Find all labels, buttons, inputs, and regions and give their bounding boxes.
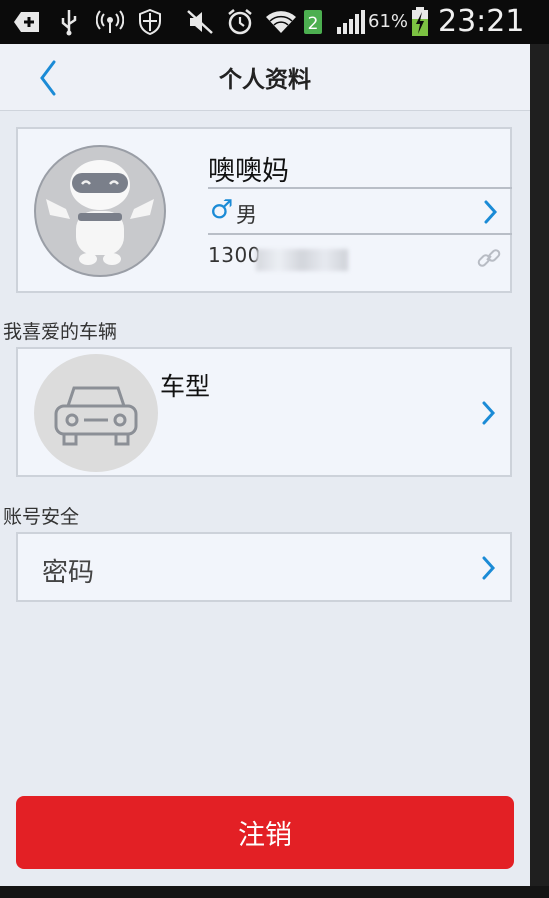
nav-bar: 个人资料 (0, 44, 530, 111)
usb-icon (58, 8, 80, 36)
vehicle-card[interactable]: 车型 (16, 347, 512, 477)
section-title-account-security: 账号安全 (3, 506, 80, 528)
car-model-label: 车型 (160, 372, 211, 401)
male-icon: ♂ (210, 195, 234, 225)
username: 噢噢妈 (208, 156, 289, 187)
phone-number: 1300 (208, 243, 261, 267)
battery-charging-icon (410, 7, 430, 36)
divider (208, 233, 512, 235)
chevron-right-icon (484, 200, 498, 224)
logout-button[interactable]: 注销 (16, 796, 514, 869)
signal-icon (336, 8, 366, 36)
gender-row[interactable]: ♂ 男 (208, 189, 512, 233)
robot-avatar-icon (46, 160, 154, 265)
app-screen: 个人资料 噢噢妈 ♂ 男 1300 我喜爱的车辆 车型 账号安全 密码 注销 (0, 44, 530, 886)
gender-label: 男 (236, 203, 257, 227)
battery-percent: 61% (368, 11, 409, 32)
wifi-icon (265, 8, 297, 36)
screen-edge (0, 886, 549, 898)
alarm-icon (226, 8, 254, 36)
screen-edge (530, 44, 549, 886)
section-title-favorite-vehicle: 我喜爱的车辆 (3, 321, 118, 343)
password-label: 密码 (42, 558, 95, 588)
page-title: 个人资料 (219, 67, 311, 93)
link-icon[interactable] (476, 245, 502, 271)
clock: 23:21 (438, 4, 525, 39)
password-row[interactable]: 密码 (16, 532, 512, 602)
mute-icon (186, 8, 214, 36)
profile-card: 噢噢妈 ♂ 男 1300 (16, 127, 512, 293)
chevron-right-icon (482, 556, 496, 580)
car-thumbnail (34, 354, 158, 472)
add-icon (12, 8, 42, 36)
wireless-signal-icon (96, 8, 124, 36)
sim-icon: 2 (302, 8, 324, 36)
avatar[interactable] (34, 145, 166, 277)
car-icon (54, 386, 138, 446)
status-bar: 2 61% 23:21 (0, 0, 549, 44)
phone-redaction (256, 249, 348, 271)
shield-icon (138, 8, 162, 36)
svg-text:2: 2 (308, 14, 319, 34)
chevron-right-icon (482, 401, 496, 425)
